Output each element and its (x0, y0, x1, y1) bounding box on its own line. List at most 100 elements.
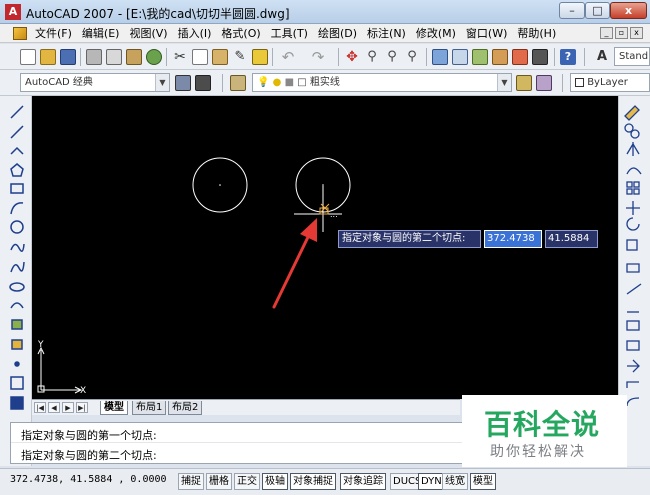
ucs-x-label: X (80, 386, 86, 396)
lineweight-toggle[interactable]: 线宽 (442, 473, 468, 490)
osnap-toggle[interactable]: 对象捕捉 (290, 473, 336, 490)
menu-dimension[interactable]: 标注(N) (362, 26, 411, 41)
zoom-realtime-icon[interactable]: ⚲ (364, 49, 380, 65)
layer-properties-icon[interactable] (230, 75, 246, 91)
help-icon[interactable]: ? (560, 49, 576, 65)
ortho-toggle[interactable]: 正交 (234, 473, 260, 490)
menu-list: 文件(F) 编辑(E) 视图(V) 插入(I) 格式(O) 工具(T) 绘图(D… (30, 26, 561, 41)
zoom-window-icon[interactable]: ⚲ (384, 49, 400, 65)
pan-icon[interactable]: ✥ (344, 49, 360, 65)
redo-icon[interactable]: ↷ (310, 49, 326, 65)
last-tab-icon[interactable]: ▶| (76, 402, 88, 413)
polyline-icon (10, 146, 24, 155)
3d-dwf-icon[interactable] (146, 49, 162, 65)
publish-icon[interactable] (126, 49, 142, 65)
maximize-button[interactable]: □ (585, 2, 610, 19)
mdi-restore-icon[interactable]: ▫ (615, 27, 628, 39)
save-icon[interactable] (60, 49, 76, 65)
ellipse-arc-icon (10, 302, 24, 309)
chamfer-icon (626, 381, 639, 388)
close-button[interactable]: x (610, 2, 647, 19)
print-icon[interactable] (86, 49, 102, 65)
dynamic-input-x-field[interactable]: 372.4738 (484, 230, 542, 248)
menu-edit[interactable]: 编辑(E) (77, 26, 125, 41)
minimize-button[interactable]: – (559, 2, 585, 19)
plot-preview-icon[interactable] (106, 49, 122, 65)
ucs-icon (37, 346, 83, 394)
next-tab-icon[interactable]: ▶ (62, 402, 74, 413)
menu-format[interactable]: 格式(O) (216, 26, 265, 41)
chevron-down-icon: ▼ (497, 74, 511, 91)
gradient-icon (10, 396, 24, 410)
cut-icon[interactable]: ✂ (172, 49, 188, 65)
make-object-layer-current-icon[interactable] (516, 75, 532, 91)
menu-insert[interactable]: 插入(I) (173, 26, 217, 41)
layer-combo[interactable]: 💡 ● ■ □ 粗实线 ▼ (252, 73, 512, 92)
tab-model[interactable]: 模型 (100, 401, 128, 415)
command-prompt-line[interactable]: 指定对象与圆的第二个切点: (21, 447, 157, 463)
menu-tools[interactable]: 工具(T) (266, 26, 313, 41)
tangent-marker-dots: ... (330, 210, 338, 219)
tab-layout1[interactable]: 布局1 (132, 401, 167, 415)
layout-tabs: |◀ ◀ ▶ ▶| 模型 布局1 布局2 (32, 399, 460, 415)
zoom-previous-icon[interactable]: ⚲ (404, 49, 420, 65)
mdi-close-icon[interactable]: x (630, 27, 643, 39)
match-properties-icon[interactable]: ✎ (232, 49, 248, 65)
dynamic-input-y-field[interactable]: 41.5884 (545, 230, 598, 248)
offset-icon (626, 167, 642, 175)
copy-icon[interactable] (192, 49, 208, 65)
trim-icon (626, 283, 642, 295)
status-bar: 372.4738, 41.5884 , 0.0000 捕捉 栅格 正交 极轴 对… (0, 468, 650, 495)
menu-help[interactable]: 帮助(H) (512, 26, 561, 41)
grid-toggle[interactable]: 栅格 (206, 473, 232, 490)
lock-icon: ■ (284, 77, 295, 88)
new-file-icon[interactable] (20, 49, 36, 65)
sheet-set-icon[interactable] (492, 49, 508, 65)
workspace-settings-icon[interactable] (175, 75, 191, 91)
paste-icon[interactable] (212, 49, 228, 65)
tool-palettes-icon[interactable] (472, 49, 488, 65)
open-file-icon[interactable] (40, 49, 56, 65)
first-tab-icon[interactable]: |◀ (34, 402, 46, 413)
polar-toggle[interactable]: 极轴 (262, 473, 288, 490)
left-circle-center (219, 184, 221, 186)
prev-tab-icon[interactable]: ◀ (48, 402, 60, 413)
menu-modify[interactable]: 修改(M) (411, 26, 461, 41)
workspace-combo[interactable]: AutoCAD 经典 ▼ (20, 73, 170, 92)
mirror-icon (626, 142, 640, 156)
layer-previous-icon[interactable] (536, 75, 552, 91)
make-block-icon (11, 339, 23, 350)
arc-icon (10, 202, 24, 215)
save-workspace-icon[interactable] (195, 75, 211, 91)
document-icon[interactable] (13, 27, 27, 40)
model-toggle[interactable]: 模型 (470, 473, 496, 490)
snap-toggle[interactable]: 捕捉 (178, 473, 204, 490)
menu-view[interactable]: 视图(V) (124, 26, 172, 41)
properties-icon[interactable] (432, 49, 448, 65)
ucs-y-label: Y (37, 340, 44, 350)
mdi-minimize-icon[interactable]: _ (600, 27, 613, 39)
markup-icon[interactable] (512, 49, 528, 65)
tab-layout2[interactable]: 布局2 (168, 401, 203, 415)
block-editor-icon[interactable] (252, 49, 268, 65)
color-combo[interactable]: ByLayer (570, 73, 650, 92)
menu-file[interactable]: 文件(F) (30, 26, 77, 41)
text-style-combo[interactable]: Stand (614, 47, 650, 66)
menu-draw[interactable]: 绘图(D) (313, 26, 362, 41)
sun-icon: ● (272, 77, 282, 88)
layer-value: 粗实线 (309, 77, 340, 88)
menu-window[interactable]: 窗口(W) (461, 26, 512, 41)
otrack-toggle[interactable]: 对象追踪 (340, 473, 386, 490)
autocad-logo-icon: A (5, 4, 21, 20)
text-style-value: Stand (619, 51, 649, 62)
calculator-icon[interactable] (532, 49, 548, 65)
menu-bar: 文件(F) 编辑(E) 视图(V) 插入(I) 格式(O) 工具(T) 绘图(D… (0, 24, 650, 43)
construction-line-icon (10, 125, 24, 139)
dyn-toggle[interactable]: DYN (418, 473, 445, 490)
break-icon (626, 340, 640, 351)
design-center-icon[interactable] (452, 49, 468, 65)
coordinate-readout[interactable]: 372.4738, 41.5884 , 0.0000 (10, 474, 167, 485)
color-value: ByLayer (587, 77, 628, 88)
text-style-icon[interactable]: A (594, 49, 610, 65)
undo-icon[interactable]: ↶ (280, 49, 296, 65)
